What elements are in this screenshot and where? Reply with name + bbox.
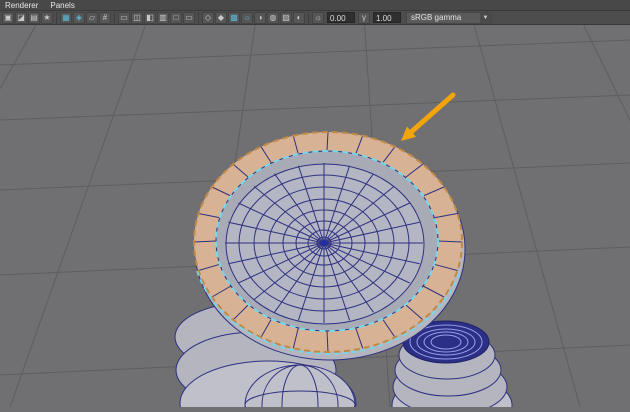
toolbar-separator xyxy=(114,11,115,24)
wireframe-icon[interactable]: ◇ xyxy=(202,11,214,24)
textured-icon[interactable]: ▩ xyxy=(228,11,240,24)
exposure-field[interactable]: 0.00 xyxy=(327,12,355,23)
chevron-down-icon: ▼ xyxy=(480,12,491,23)
gate-mask-icon[interactable]: ◧ xyxy=(144,11,156,24)
toolbar-separator xyxy=(56,11,57,24)
view-transform-value: sRGB gamma xyxy=(411,13,462,22)
safe-action-icon[interactable]: □ xyxy=(170,11,182,24)
ambient-occlusion-icon[interactable]: ◍ xyxy=(267,11,279,24)
antialiasing-icon[interactable]: ▨ xyxy=(280,11,292,24)
mesh-bowl xyxy=(193,131,466,361)
bowl-center-vertex xyxy=(321,240,327,246)
menu-panels[interactable]: Panels xyxy=(50,0,74,11)
2d-pan-zoom-icon[interactable]: ◈ xyxy=(73,11,85,24)
menu-renderer[interactable]: Renderer xyxy=(5,0,38,11)
toolbar-separator xyxy=(198,11,199,24)
lights-icon[interactable]: ☼ xyxy=(241,11,253,24)
view-transform-dropdown[interactable]: sRGB gamma ▼ xyxy=(406,11,492,24)
bookmark-icon[interactable]: ★ xyxy=(41,11,53,24)
gamma-field[interactable]: 1.00 xyxy=(373,12,401,23)
grease-pencil-icon[interactable]: ▱ xyxy=(86,11,98,24)
grid-toggle-icon[interactable]: # xyxy=(99,11,111,24)
xray-icon[interactable]: ◐ xyxy=(293,11,305,24)
viewport-svg[interactable] xyxy=(0,0,630,412)
lock-camera-icon[interactable]: ◪ xyxy=(15,11,27,24)
viewport[interactable] xyxy=(0,0,630,412)
exposure-icon[interactable]: ☼ xyxy=(312,11,324,24)
shaded-icon[interactable]: ◆ xyxy=(215,11,227,24)
select-camera-icon[interactable]: ▣ xyxy=(2,11,14,24)
resolution-gate-icon[interactable]: ◫ xyxy=(131,11,143,24)
image-plane-icon[interactable]: ▦ xyxy=(60,11,72,24)
camera-attributes-icon[interactable]: ▤ xyxy=(28,11,40,24)
toolbar-icons: ▣ ◪ ▤ ★ ▦ ◈ ▱ # ▭ ◫ ◧ ▥ □ ▭ ◇ ◆ ▩ ☼ ◑ ◍ ▨ ◐ xyxy=(2,11,311,24)
shadows-icon[interactable]: ◑ xyxy=(254,11,266,24)
panel-menu-bar: Renderer Panels xyxy=(0,0,630,11)
field-chart-icon[interactable]: ▥ xyxy=(157,11,169,24)
toolbar-separator xyxy=(308,11,309,24)
annotation-arrow xyxy=(401,92,456,141)
panel-toolbar: ▣ ◪ ▤ ★ ▦ ◈ ▱ # ▭ ◫ ◧ ▥ □ ▭ ◇ ◆ ▩ ☼ ◑ ◍ ▨ ◐ ☼ 0.00 γ 1.00 sRG… xyxy=(0,11,630,25)
gamma-icon[interactable]: γ xyxy=(358,11,370,24)
safe-title-icon[interactable]: ▭ xyxy=(183,11,195,24)
film-gate-icon[interactable]: ▭ xyxy=(118,11,130,24)
